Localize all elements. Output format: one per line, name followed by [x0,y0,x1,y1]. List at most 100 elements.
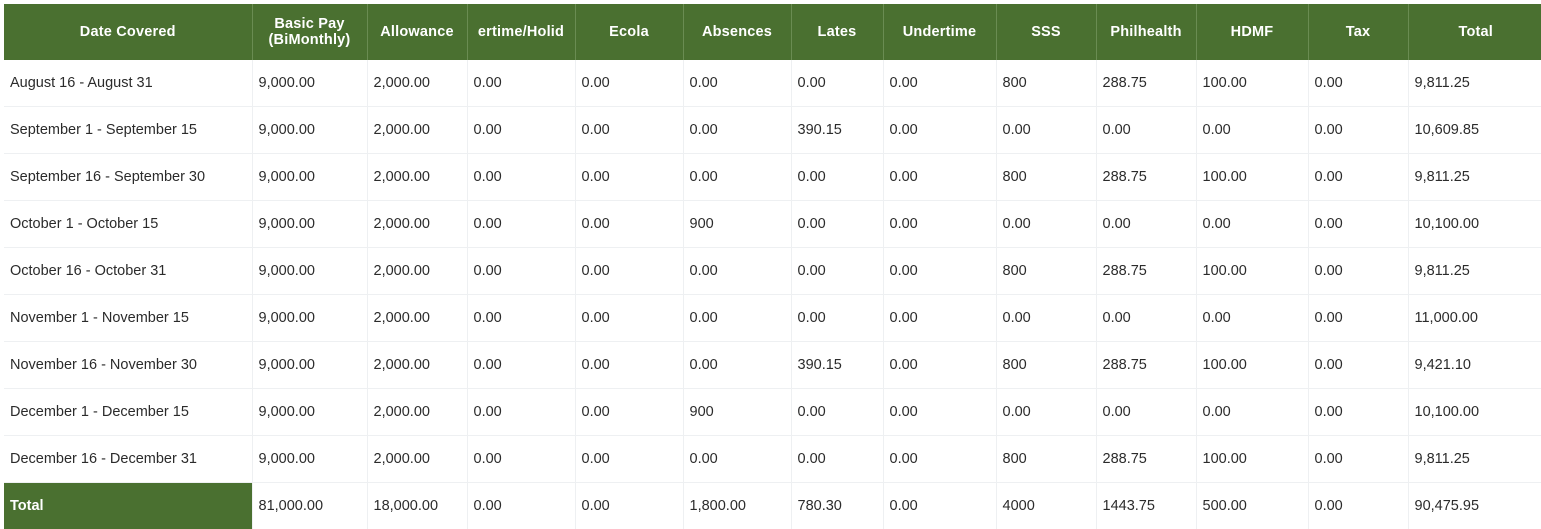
cell-allowance: 18,000.00 [367,483,467,529]
cell-hdmf: 100.00 [1196,60,1308,107]
cell-hdmf: 500.00 [1196,483,1308,529]
column-header-undertime-label: Undertime [903,24,977,40]
cell-lates: 780.30 [791,483,883,529]
cell-total: 10,100.00 [1408,389,1541,436]
cell-undertime: 0.00 [883,295,996,342]
cell-philhealth: 288.75 [1096,248,1196,295]
column-header-lates-label: Lates [818,24,857,40]
cell-sss: 0.00 [996,295,1096,342]
table-body: August 16 - August 319,000.002,000.000.0… [4,60,1541,529]
cell-lates: 0.00 [791,201,883,248]
cell-basic-pay: 9,000.00 [252,389,367,436]
table-row: October 1 - October 159,000.002,000.000.… [4,201,1541,248]
cell-date-covered: December 1 - December 15 [4,389,252,436]
cell-sss: 800 [996,60,1096,107]
cell-date-covered: November 16 - November 30 [4,342,252,389]
cell-sss: 800 [996,342,1096,389]
cell-sss: 800 [996,154,1096,201]
cell-overtime-holiday: 0.00 [467,389,575,436]
cell-overtime-holiday: 0.00 [467,483,575,529]
cell-date-covered: December 16 - December 31 [4,436,252,483]
cell-basic-pay: 9,000.00 [252,248,367,295]
column-header-overtime-holiday[interactable]: ertime/Holid [467,4,575,60]
cell-allowance: 2,000.00 [367,436,467,483]
column-header-basic-pay-line2: (BiMonthly) [269,32,351,48]
cell-sss: 0.00 [996,389,1096,436]
payroll-summary-table: Date Covered Basic Pay (BiMonthly) Allow… [4,4,1541,529]
cell-sss: 800 [996,248,1096,295]
cell-philhealth: 0.00 [1096,107,1196,154]
column-header-tax[interactable]: Tax [1308,4,1408,60]
cell-ecola: 0.00 [575,201,683,248]
cell-allowance: 2,000.00 [367,107,467,154]
cell-absences: 0.00 [683,436,791,483]
cell-ecola: 0.00 [575,389,683,436]
column-header-philhealth[interactable]: Philhealth [1096,4,1196,60]
cell-ecola: 0.00 [575,295,683,342]
cell-date-covered: September 1 - September 15 [4,107,252,154]
cell-hdmf: 0.00 [1196,389,1308,436]
table-total-row: Total81,000.0018,000.000.000.001,800.007… [4,483,1541,529]
column-header-philhealth-label: Philhealth [1110,24,1181,40]
cell-allowance: 2,000.00 [367,342,467,389]
header-row: Date Covered Basic Pay (BiMonthly) Allow… [4,4,1541,60]
cell-overtime-holiday: 0.00 [467,60,575,107]
cell-absences: 0.00 [683,295,791,342]
cell-undertime: 0.00 [883,342,996,389]
cell-undertime: 0.00 [883,107,996,154]
cell-lates: 0.00 [791,60,883,107]
cell-tax: 0.00 [1308,295,1408,342]
cell-basic-pay: 9,000.00 [252,107,367,154]
column-header-absences[interactable]: Absences [683,4,791,60]
column-header-ecola[interactable]: Ecola [575,4,683,60]
cell-undertime: 0.00 [883,201,996,248]
cell-lates: 0.00 [791,154,883,201]
column-header-hdmf[interactable]: HDMF [1196,4,1308,60]
column-header-allowance[interactable]: Allowance [367,4,467,60]
table-row: November 16 - November 309,000.002,000.0… [4,342,1541,389]
cell-overtime-holiday: 0.00 [467,342,575,389]
column-header-tax-label: Tax [1346,24,1371,40]
cell-lates: 0.00 [791,389,883,436]
cell-philhealth: 288.75 [1096,154,1196,201]
cell-tax: 0.00 [1308,60,1408,107]
cell-absences: 0.00 [683,248,791,295]
cell-overtime-holiday: 0.00 [467,436,575,483]
cell-philhealth: 288.75 [1096,342,1196,389]
cell-hdmf: 0.00 [1196,107,1308,154]
cell-total: 10,100.00 [1408,201,1541,248]
table-row: November 1 - November 159,000.002,000.00… [4,295,1541,342]
cell-tax: 0.00 [1308,342,1408,389]
column-header-date-covered[interactable]: Date Covered [4,4,252,60]
cell-lates: 0.00 [791,248,883,295]
cell-basic-pay: 9,000.00 [252,60,367,107]
cell-sss: 800 [996,436,1096,483]
cell-hdmf: 100.00 [1196,154,1308,201]
column-header-undertime[interactable]: Undertime [883,4,996,60]
column-header-sss-label: SSS [1031,24,1061,40]
cell-philhealth: 1443.75 [1096,483,1196,529]
column-header-total[interactable]: Total [1408,4,1541,60]
cell-total: 11,000.00 [1408,295,1541,342]
cell-basic-pay: 9,000.00 [252,201,367,248]
cell-absences: 0.00 [683,60,791,107]
column-header-date-covered-label: Date Covered [80,24,176,40]
total-row-label: Total [4,483,252,529]
cell-allowance: 2,000.00 [367,248,467,295]
table-row: October 16 - October 319,000.002,000.000… [4,248,1541,295]
cell-overtime-holiday: 0.00 [467,154,575,201]
column-header-basic-pay[interactable]: Basic Pay (BiMonthly) [252,4,367,60]
cell-date-covered: August 16 - August 31 [4,60,252,107]
column-header-sss[interactable]: SSS [996,4,1096,60]
column-header-basic-pay-line1: Basic Pay [274,16,344,32]
cell-ecola: 0.00 [575,436,683,483]
cell-hdmf: 100.00 [1196,248,1308,295]
column-header-lates[interactable]: Lates [791,4,883,60]
cell-allowance: 2,000.00 [367,60,467,107]
cell-undertime: 0.00 [883,154,996,201]
cell-ecola: 0.00 [575,483,683,529]
cell-date-covered: September 16 - September 30 [4,154,252,201]
cell-tax: 0.00 [1308,107,1408,154]
cell-ecola: 0.00 [575,154,683,201]
cell-undertime: 0.00 [883,389,996,436]
